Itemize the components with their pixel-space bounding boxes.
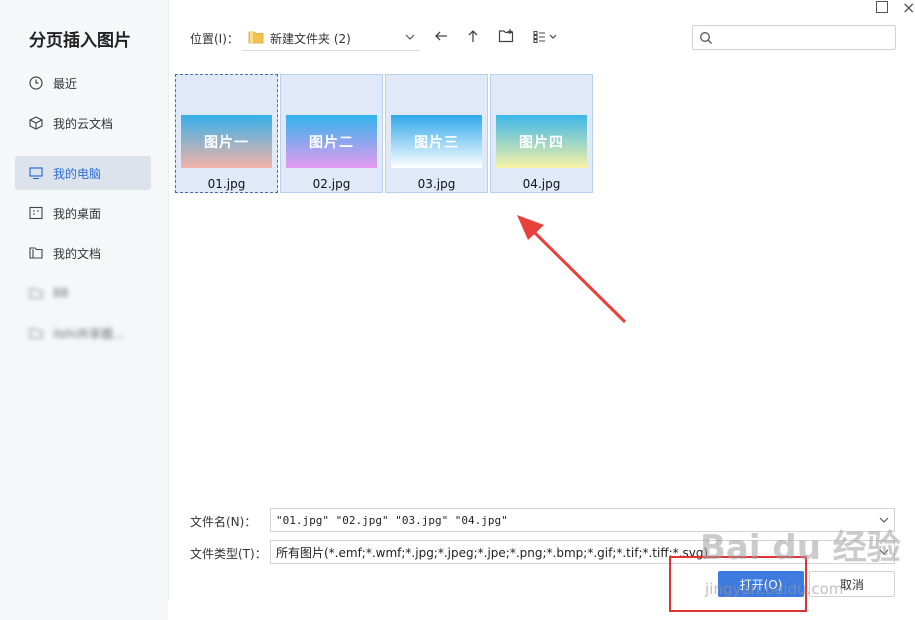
filetype-label: 文件类型(T)： xyxy=(190,547,267,561)
folder-icon xyxy=(248,30,264,47)
sidebar: 分页插入图片 最近 我的云文档 我的电脑 我的桌面 我的文档 88 ilshi共… xyxy=(0,0,168,620)
sidebar-item-label: 最近 xyxy=(53,76,78,91)
new-folder-button[interactable] xyxy=(495,27,517,49)
filetype-value: 所有图片(*.emf;*.wmf;*.jpg;*.jpeg;*.jpe;*.pn… xyxy=(276,545,709,560)
filename-value: "01.jpg" "02.jpg" "03.jpg" "04.jpg" xyxy=(276,513,508,527)
close-button[interactable]: × xyxy=(902,0,915,17)
folder-icon xyxy=(28,285,44,301)
sidebar-item-blurred-2[interactable]: ilshi共享圈... xyxy=(15,316,151,350)
search-input[interactable] xyxy=(692,25,896,50)
search-icon xyxy=(699,30,713,49)
back-button[interactable] xyxy=(430,27,452,49)
watermark: Bai du 经验 xyxy=(700,528,901,568)
file-name: 04.jpg xyxy=(522,177,561,191)
sidebar-item-documents[interactable]: 我的文档 xyxy=(15,236,151,270)
sidebar-item-label: 我的桌面 xyxy=(53,206,102,221)
location-value: 新建文件夹 (2) xyxy=(270,31,351,46)
monitor-icon xyxy=(28,165,44,181)
file-item-02[interactable]: 图片二 02.jpg xyxy=(280,74,383,193)
list-view-icon xyxy=(533,29,559,48)
file-thumbnail: 图片二 xyxy=(286,115,377,168)
chevron-down-icon xyxy=(404,31,416,46)
file-thumbnail: 图片一 xyxy=(181,115,272,168)
sidebar-item-label: 我的云文档 xyxy=(53,116,114,131)
up-button[interactable] xyxy=(462,27,484,49)
maximize-button[interactable] xyxy=(876,1,888,13)
sidebar-item-label: 88 xyxy=(53,286,69,300)
clock-icon xyxy=(28,75,44,91)
sidebar-item-label: ilshi共享圈... xyxy=(53,326,125,341)
annotation-arrow xyxy=(517,215,627,324)
new-folder-icon xyxy=(498,28,514,48)
file-item-03[interactable]: 图片三 03.jpg xyxy=(385,74,488,193)
file-item-01[interactable]: 图片一 01.jpg xyxy=(175,74,278,193)
file-name: 02.jpg xyxy=(312,177,351,191)
sidebar-item-my-computer[interactable]: 我的电脑 xyxy=(15,156,151,190)
folder-icon xyxy=(28,325,44,341)
sidebar-item-label: 我的文档 xyxy=(53,246,102,261)
file-thumbnail: 图片三 xyxy=(391,115,482,168)
arrow-left-icon xyxy=(433,28,449,48)
sidebar-divider xyxy=(168,0,169,600)
file-item-04[interactable]: 图片四 04.jpg xyxy=(490,74,593,193)
location-dropdown[interactable]: 新建文件夹 (2) xyxy=(242,26,420,51)
cloud-box-icon xyxy=(28,115,44,131)
watermark-url: jingyan.baidu.com xyxy=(705,580,844,598)
location-bar: 位置(I)： xyxy=(190,26,239,50)
documents-icon xyxy=(28,245,44,261)
sidebar-item-label: 我的电脑 xyxy=(53,166,102,181)
sidebar-item-cloud-docs[interactable]: 我的云文档 xyxy=(15,106,151,140)
filename-label: 文件名(N)： xyxy=(190,515,257,529)
arrow-up-icon xyxy=(465,28,481,48)
file-thumbnail: 图片四 xyxy=(496,115,587,168)
sidebar-item-blurred-1[interactable]: 88 xyxy=(15,276,151,310)
desktop-icon xyxy=(28,205,44,221)
view-mode-button[interactable] xyxy=(531,27,561,49)
sidebar-item-desktop[interactable]: 我的桌面 xyxy=(15,196,151,230)
dialog-title: 分页插入图片 xyxy=(29,31,131,51)
file-name: 03.jpg xyxy=(417,177,456,191)
location-label: 位置(I)： xyxy=(190,31,239,46)
sidebar-item-recent[interactable]: 最近 xyxy=(15,66,151,100)
file-name: 01.jpg xyxy=(207,177,246,191)
